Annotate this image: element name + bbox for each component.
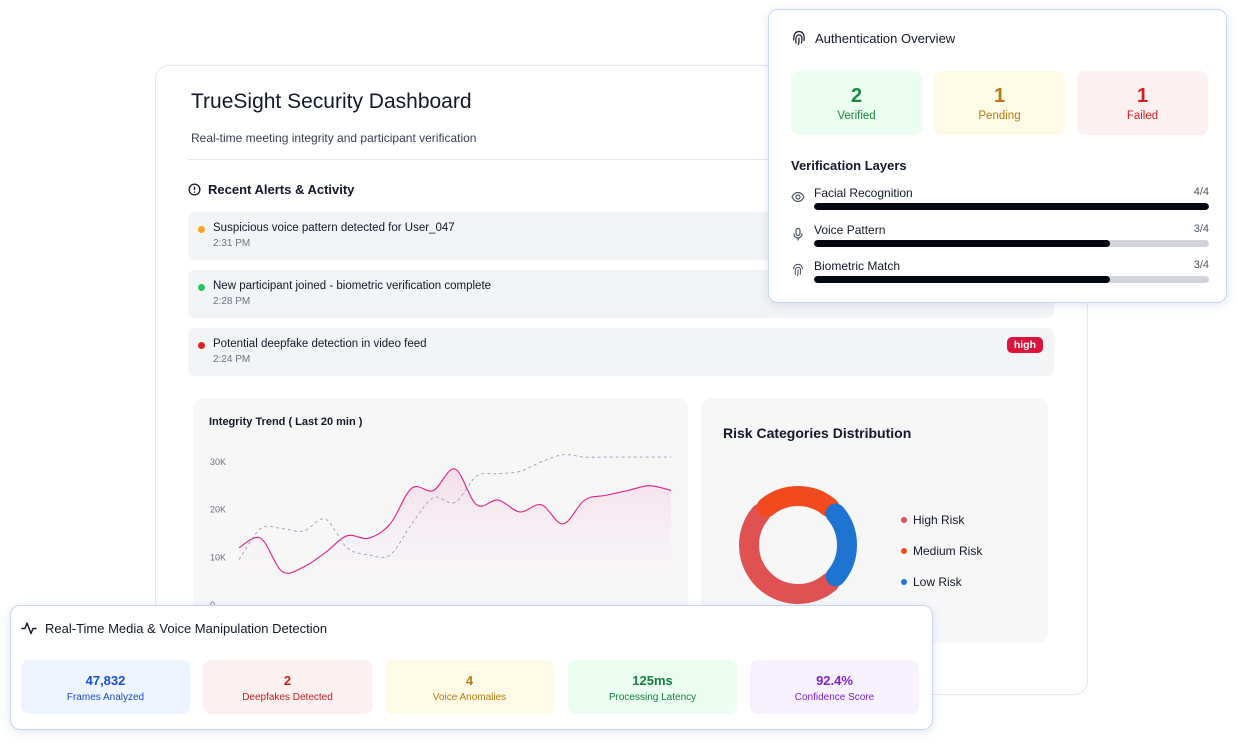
stat-value: 1 bbox=[1136, 85, 1149, 107]
progress-fill bbox=[814, 276, 1111, 283]
metric-frames-analyzed: 47,832 Frames Analyzed bbox=[21, 660, 190, 714]
metric-value: 92.4% bbox=[816, 673, 853, 688]
layer-value: 3/4 bbox=[1193, 223, 1209, 235]
fingerprint-icon bbox=[792, 30, 805, 46]
progress-track bbox=[814, 203, 1209, 210]
alert-severity-dot bbox=[198, 284, 205, 291]
legend-item: Low Risk bbox=[901, 566, 982, 597]
page-title: TrueSight Security Dashboard bbox=[191, 90, 472, 113]
metric-label: Confidence Score bbox=[794, 692, 875, 703]
verification-layers-title: Verification Layers bbox=[791, 158, 907, 173]
alert-time: 2:28 PM bbox=[213, 296, 251, 307]
media-header: Real-Time Media & Voice Manipulation Det… bbox=[21, 620, 327, 636]
alert-message: New participant joined - biometric verif… bbox=[213, 280, 492, 292]
fingerprint-icon bbox=[793, 263, 803, 277]
metric-processing-latency: 125ms Processing Latency bbox=[568, 660, 737, 714]
chart-legend: High Risk Medium Risk Low Risk bbox=[901, 504, 982, 597]
alert-item[interactable]: Potential deepfake detection in video fe… bbox=[188, 328, 1054, 376]
stat-value: 2 bbox=[850, 85, 863, 107]
legend-swatch bbox=[901, 547, 907, 554]
progress-fill bbox=[814, 240, 1111, 247]
progress-track bbox=[814, 240, 1209, 247]
alert-message: Potential deepfake detection in video fe… bbox=[213, 338, 427, 350]
metric-value: 47,832 bbox=[85, 673, 126, 688]
media-detection-card: Real-Time Media & Voice Manipulation Det… bbox=[10, 605, 933, 730]
failed-stat: 1 Failed bbox=[1077, 71, 1208, 135]
metric-value: 2 bbox=[283, 673, 292, 688]
y-tick-label: 10K bbox=[210, 552, 226, 562]
progress-track bbox=[814, 276, 1209, 283]
layer-name: Facial Recognition bbox=[814, 186, 913, 200]
layer-value: 3/4 bbox=[1193, 259, 1209, 271]
alert-time: 2:24 PM bbox=[213, 354, 251, 365]
metric-deepfakes-detected: 2 Deepfakes Detected bbox=[203, 660, 372, 714]
stat-value: 1 bbox=[993, 85, 1006, 107]
stat-label: Verified bbox=[837, 110, 876, 122]
legend-label: High Risk bbox=[913, 512, 965, 527]
metric-confidence-score: 92.4% Confidence Score bbox=[750, 660, 919, 714]
stat-label: Failed bbox=[1126, 110, 1159, 122]
y-tick-label: 30K bbox=[210, 457, 226, 467]
layer-voice-pattern: Voice Pattern 3/4 bbox=[791, 223, 1209, 253]
layer-facial-recognition: Facial Recognition 4/4 bbox=[791, 186, 1209, 216]
progress-fill bbox=[814, 203, 1209, 210]
authentication-overview-card: Authentication Overview 2 Verified 1 Pen… bbox=[768, 9, 1227, 303]
alert-severity-dot bbox=[198, 226, 205, 233]
auth-title: Authentication Overview bbox=[815, 30, 956, 46]
alert-message: Suspicious voice pattern detected for Us… bbox=[213, 222, 455, 234]
auth-header: Authentication Overview bbox=[791, 30, 955, 46]
media-title: Real-Time Media & Voice Manipulation Det… bbox=[45, 620, 328, 636]
page-subtitle: Real-time meeting integrity and particip… bbox=[191, 131, 477, 145]
severity-badge: high bbox=[1006, 337, 1043, 353]
metric-value: 4 bbox=[465, 673, 474, 688]
legend-item: Medium Risk bbox=[901, 535, 982, 566]
metric-label: Frames Analyzed bbox=[66, 692, 145, 703]
alert-time: 2:31 PM bbox=[213, 238, 251, 249]
series-area bbox=[239, 468, 671, 605]
donut-slice bbox=[756, 486, 840, 518]
stat-label: Pending bbox=[978, 110, 1021, 122]
legend-swatch bbox=[901, 578, 907, 585]
y-tick-label: 20K bbox=[210, 505, 226, 515]
metric-label: Processing Latency bbox=[608, 692, 697, 703]
pending-stat: 1 Pending bbox=[934, 71, 1065, 135]
alert-severity-dot bbox=[198, 342, 205, 349]
metric-label: Voice Anomalies bbox=[432, 692, 507, 703]
metric-voice-anomalies: 4 Voice Anomalies bbox=[385, 660, 554, 714]
microphone-icon bbox=[793, 227, 803, 241]
legend-item: High Risk bbox=[901, 504, 982, 535]
activity-icon bbox=[21, 622, 37, 635]
donut-slice bbox=[739, 503, 840, 604]
layer-biometric-match: Biometric Match 3/4 bbox=[791, 259, 1209, 289]
layer-value: 4/4 bbox=[1193, 186, 1209, 198]
legend-label: Low Risk bbox=[913, 574, 962, 589]
alerts-title: Recent Alerts & Activity bbox=[208, 182, 355, 197]
layer-name: Voice Pattern bbox=[814, 223, 886, 237]
legend-swatch bbox=[901, 516, 907, 523]
metric-label: Deepfakes Detected bbox=[242, 692, 333, 703]
layer-name: Biometric Match bbox=[814, 259, 901, 273]
legend-label: Medium Risk bbox=[913, 543, 983, 558]
alert-circle-icon bbox=[188, 183, 201, 196]
donut-slice bbox=[825, 503, 857, 587]
verified-stat: 2 Verified bbox=[791, 71, 922, 135]
eye-icon bbox=[791, 191, 805, 203]
alerts-header: Recent Alerts & Activity bbox=[188, 182, 354, 197]
page: TrueSight Security Dashboard Real-time m… bbox=[0, 0, 1238, 744]
metric-value: 125ms bbox=[632, 673, 673, 688]
